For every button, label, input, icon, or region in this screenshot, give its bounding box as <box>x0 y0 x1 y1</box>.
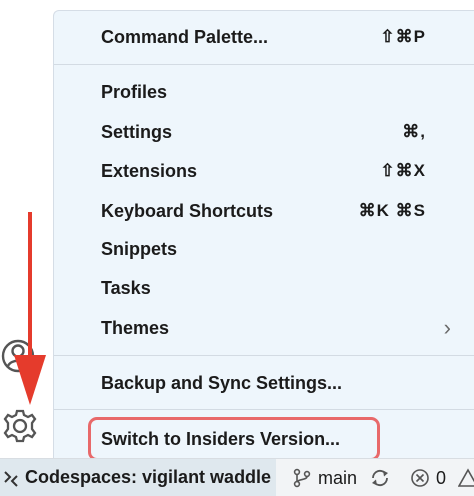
error-icon[interactable] <box>410 468 430 488</box>
menu-item-label: Tasks <box>101 277 151 298</box>
menu-item-keyboard-shortcuts[interactable]: Keyboard Shortcuts ⌘K ⌘S <box>54 193 474 229</box>
remote-icon <box>4 470 18 487</box>
menu-separator <box>54 355 474 356</box>
errors-count[interactable]: 0 <box>436 468 446 489</box>
menu-item-label: Keyboard Shortcuts <box>101 200 274 221</box>
highlight-box <box>88 417 380 461</box>
menu-item-themes[interactable]: Themes › <box>54 310 474 346</box>
menu-item-extensions[interactable]: Extensions ⇧⌘X <box>54 153 474 189</box>
menu-item-label: Extensions <box>101 160 198 181</box>
activity-bar <box>0 0 52 458</box>
menu-item-shortcut: ⇧⌘X <box>380 161 426 180</box>
annotation-arrow <box>14 212 46 405</box>
menu-item-label: Backup and Sync Settings... <box>101 372 343 393</box>
remote-indicator[interactable]: Codespaces: vigilant waddle <box>0 459 276 496</box>
menu-item-label: Command Palette... <box>101 26 269 47</box>
menu-item-settings[interactable]: Settings ⌘, <box>54 114 474 150</box>
menu-item-profiles[interactable]: Profiles <box>54 74 474 110</box>
menu-item-snippets[interactable]: Snippets <box>54 231 474 267</box>
warning-icon[interactable] <box>458 468 474 488</box>
menu-item-backup-sync[interactable]: Backup and Sync Settings... <box>54 365 474 401</box>
menu-separator <box>54 409 474 410</box>
menu-item-shortcut: ⇧⌘P <box>380 27 426 46</box>
branch-label[interactable]: main <box>318 468 357 489</box>
menu-item-label: Snippets <box>101 238 178 259</box>
menu-item-shortcut: ⌘, <box>402 122 426 141</box>
menu-separator <box>54 64 474 65</box>
remote-label: Codespaces: vigilant waddle <box>25 467 272 487</box>
menu-item-tasks[interactable]: Tasks <box>54 270 474 306</box>
gear-icon[interactable] <box>0 404 40 448</box>
menu-item-label: Profiles <box>101 81 168 102</box>
manage-menu: Command Palette... ⇧⌘P Profiles Settings… <box>53 10 474 466</box>
status-bar: Codespaces: vigilant waddle main 0 <box>0 458 474 496</box>
chevron-right-icon: › <box>443 315 451 340</box>
menu-item-shortcut: ⌘K ⌘S <box>358 201 426 220</box>
menu-item-command-palette[interactable]: Command Palette... ⇧⌘P <box>54 19 474 55</box>
menu-item-label: Settings <box>101 121 173 142</box>
sync-icon[interactable] <box>370 468 390 488</box>
branch-icon[interactable] <box>292 468 312 488</box>
menu-item-label: Themes <box>101 317 170 338</box>
